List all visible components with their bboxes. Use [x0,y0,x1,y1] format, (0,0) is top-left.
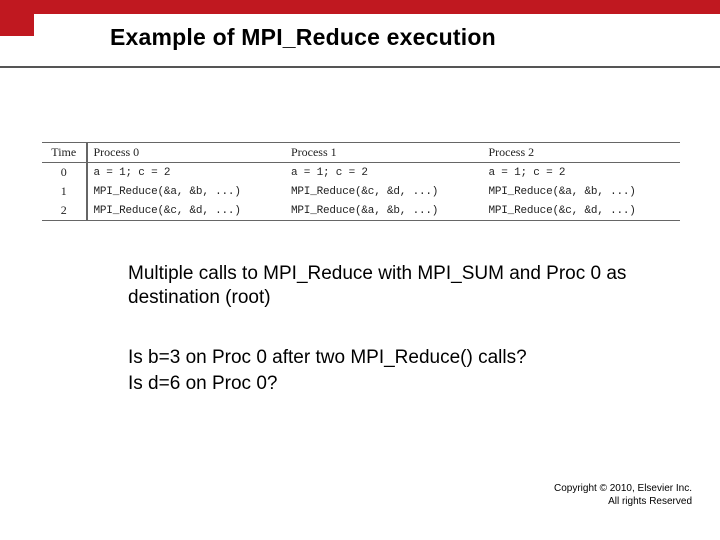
cell-p1: MPI_Reduce(&a, &b, ...) [285,201,482,221]
cell-time: 2 [42,201,87,221]
cell-p0: a = 1; c = 2 [87,163,285,183]
slide: Example of MPI_Reduce execution Time Pro… [0,0,720,540]
col-time: Time [42,143,87,163]
cell-p1: a = 1; c = 2 [285,163,482,183]
col-proc2: Process 2 [482,143,680,163]
cell-p2: a = 1; c = 2 [482,163,680,183]
cell-p0: MPI_Reduce(&a, &b, ...) [87,182,285,201]
table-row: 2 MPI_Reduce(&c, &d, ...) MPI_Reduce(&a,… [42,201,680,221]
body-paragraph-2: Is b=3 on Proc 0 after two MPI_Reduce() … [128,346,648,370]
table-header-row: Time Process 0 Process 1 Process 2 [42,143,680,163]
cell-p2: MPI_Reduce(&a, &b, ...) [482,182,680,201]
copyright-block: Copyright © 2010, Elsevier Inc. All righ… [554,483,692,508]
body-paragraph-1: Multiple calls to MPI_Reduce with MPI_SU… [128,262,648,310]
cell-p1: MPI_Reduce(&c, &d, ...) [285,182,482,201]
top-accent-bar [0,0,720,14]
copyright-line2: All rights Reserved [554,496,692,509]
copyright-line1: Copyright © 2010, Elsevier Inc. [554,483,692,496]
cell-p2: MPI_Reduce(&c, &d, ...) [482,201,680,221]
body-paragraph-3: Is d=6 on Proc 0? [128,372,648,396]
col-proc0: Process 0 [87,143,285,163]
execution-table: Time Process 0 Process 1 Process 2 0 a =… [42,142,680,221]
cell-p0: MPI_Reduce(&c, &d, ...) [87,201,285,221]
corner-accent [0,0,34,36]
cell-time: 1 [42,182,87,201]
execution-table-wrap: Time Process 0 Process 1 Process 2 0 a =… [42,142,680,221]
cell-time: 0 [42,163,87,183]
slide-title: Example of MPI_Reduce execution [110,24,496,51]
title-divider [0,66,720,68]
table-row: 0 a = 1; c = 2 a = 1; c = 2 a = 1; c = 2 [42,163,680,183]
table-row: 1 MPI_Reduce(&a, &b, ...) MPI_Reduce(&c,… [42,182,680,201]
col-proc1: Process 1 [285,143,482,163]
